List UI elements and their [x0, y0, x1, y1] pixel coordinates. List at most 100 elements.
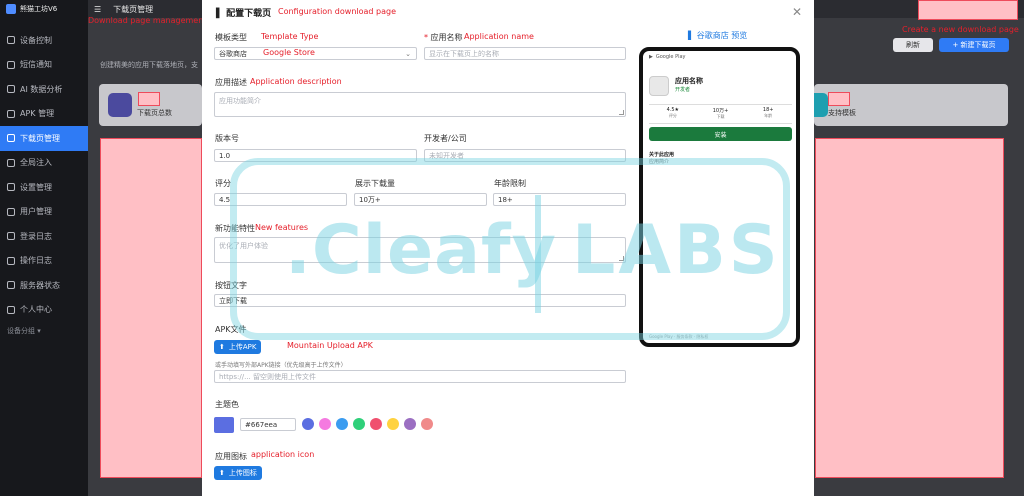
profile-icon: [7, 305, 15, 314]
theme-color-swatch[interactable]: [214, 417, 234, 433]
phone-preview: ▶ Google Play 应用名称 开发者 4.5★ 评分 10万+ 下载 18+ 年…: [639, 47, 800, 347]
theme-label: 主题色: [215, 400, 239, 409]
device-group-label: 设备分组: [7, 327, 35, 335]
modal-title-text: 配置下载页: [226, 9, 272, 19]
sidebar-item-download-pages[interactable]: 下载页管理: [0, 126, 88, 151]
button-text-input[interactable]: 立即下载: [214, 294, 626, 307]
chevron-down-icon: ⌄: [405, 50, 411, 58]
download-icon: [7, 134, 15, 143]
color-preset[interactable]: [421, 418, 433, 430]
device-group[interactable]: 设备分组 ▾: [0, 326, 88, 336]
config-modal: ▌ 配置下载页 Configuration download page ✕ 模板…: [202, 0, 814, 496]
new-label: + 新建下载页: [952, 41, 996, 49]
sidebar-item-users[interactable]: 用户管理: [0, 200, 88, 225]
annotation-template-type: Template Type: [261, 32, 319, 41]
sidebar-item-label: 设置管理: [20, 182, 52, 192]
app-name-input[interactable]: 显示在下载页上的名称: [424, 47, 626, 60]
modal-title: ▌ 配置下载页: [216, 6, 271, 19]
manual-link-hint: 或手动填写外部APK链接（优先级高于上传文件）: [215, 362, 347, 369]
upload-apk-label: 上传APK: [228, 343, 257, 351]
annotation-config: Configuration download page: [278, 7, 397, 16]
user-icon: [7, 207, 15, 216]
page-title: 下载页管理: [113, 4, 154, 14]
app-name-label: * 应用名称: [424, 33, 463, 42]
sidebar-item-server[interactable]: 服务器状态: [0, 273, 88, 298]
theme-color-input[interactable]: #667eea: [240, 418, 296, 431]
sidebar-item-inject[interactable]: 全局注入: [0, 151, 88, 176]
color-preset[interactable]: [404, 418, 416, 430]
preview-stats: 4.5★ 评分 10万+ 下载 18+ 年龄: [649, 104, 792, 124]
card-left-label: 下载页总数: [137, 109, 172, 117]
sidebar-item-sms[interactable]: 短信通知: [0, 53, 88, 78]
color-preset[interactable]: [370, 418, 382, 430]
app-icon-placeholder: [649, 76, 669, 96]
sidebar-item-ai[interactable]: AI 数据分析: [0, 77, 88, 102]
apk-url-input[interactable]: https://... 留空则使用上传文件: [214, 370, 626, 383]
sidebar-item-label: 登录日志: [20, 231, 52, 241]
developer-label: 开发者/公司: [424, 134, 467, 143]
store-name: Google Play: [655, 54, 686, 60]
page-desc-text: 创建精美的应用下载落地页，支: [100, 61, 198, 69]
age-input[interactable]: 18+: [493, 193, 626, 206]
page-description: 创建精美的应用下载落地页，支: [100, 60, 198, 70]
upload-icon: ⬆: [219, 469, 225, 477]
redacted-region: [138, 92, 160, 106]
sidebar-item-label: AI 数据分析: [20, 84, 63, 94]
redacted-region: [815, 138, 1004, 478]
redacted-region: [100, 138, 202, 478]
app-header: 应用名称 开发者: [649, 76, 703, 96]
sidebar-item-login-log[interactable]: 登录日志: [0, 224, 88, 249]
color-preset[interactable]: [387, 418, 399, 430]
desc-textarea[interactable]: 应用功能简介: [214, 92, 626, 117]
sidebar-item-op-log[interactable]: 操作日志: [0, 249, 88, 274]
features-label: 新功能特性: [215, 224, 255, 233]
close-icon[interactable]: ✕: [792, 5, 802, 19]
stat-label: 下载: [716, 114, 725, 119]
version-label: 版本号: [215, 134, 239, 143]
upload-icon-button[interactable]: ⬆ 上传图标: [214, 466, 262, 480]
new-download-page-button[interactable]: + 新建下载页: [939, 38, 1009, 52]
sidebar-item-apk[interactable]: APK 管理: [0, 102, 88, 127]
device-icon: [7, 36, 15, 45]
app-logo-icon: [6, 4, 16, 14]
stat-downloads: 10万+ 下载: [697, 105, 745, 123]
preview-about-title: 关于此应用: [649, 152, 675, 158]
developer-input[interactable]: 未知开发者: [424, 149, 626, 162]
apk-label: APK文件: [215, 325, 247, 334]
sidebar-item-profile[interactable]: 个人中心: [0, 298, 88, 323]
op-log-icon: [7, 256, 15, 265]
ai-icon: [7, 85, 15, 94]
downloads-input[interactable]: 10万+: [354, 193, 487, 206]
color-preset[interactable]: [353, 418, 365, 430]
sidebar-item-settings[interactable]: 设置管理: [0, 175, 88, 200]
redacted-region: [918, 0, 1018, 20]
template-type-select[interactable]: 谷歌商店 ⌄: [214, 47, 417, 60]
version-input[interactable]: 1.0: [214, 149, 417, 162]
template-type-label: 模板类型: [215, 33, 247, 42]
annotation-download-page-management: Download page management: [88, 16, 207, 25]
play-icon: ▶: [649, 54, 653, 60]
rating-label: 评分: [215, 179, 231, 188]
preview-install-button[interactable]: 安装: [649, 127, 792, 141]
color-preset[interactable]: [336, 418, 348, 430]
upload-apk-button[interactable]: ⬆ 上传APK: [214, 340, 262, 354]
sidebar-item-device-control[interactable]: 设备控制: [0, 28, 88, 53]
refresh-label: 刷新: [906, 41, 920, 49]
preview-intro: 应用简介: [649, 159, 670, 165]
store-header: ▶ Google Play: [643, 51, 796, 63]
menu-icon[interactable]: ☰: [94, 5, 101, 14]
color-preset[interactable]: [319, 418, 331, 430]
preview-title-text: 谷歌商店 预览: [696, 31, 748, 40]
features-textarea[interactable]: 优化了用户体验: [214, 237, 626, 263]
preview-title: ▌ 谷歌商店 预览: [688, 30, 747, 41]
refresh-button[interactable]: 刷新: [893, 38, 933, 52]
rating-input[interactable]: 4.5: [214, 193, 347, 206]
preview-app-name: 应用名称: [675, 77, 703, 85]
color-preset[interactable]: [302, 418, 314, 430]
sidebar-item-label: 短信通知: [20, 60, 52, 70]
brand-name: 熊猫工坊V6: [20, 5, 58, 13]
button-text-label: 按钮文字: [215, 281, 247, 290]
sidebar-item-label: 操作日志: [20, 256, 52, 266]
annotation-new-features: New features: [255, 223, 309, 232]
card-icon: [108, 93, 132, 117]
